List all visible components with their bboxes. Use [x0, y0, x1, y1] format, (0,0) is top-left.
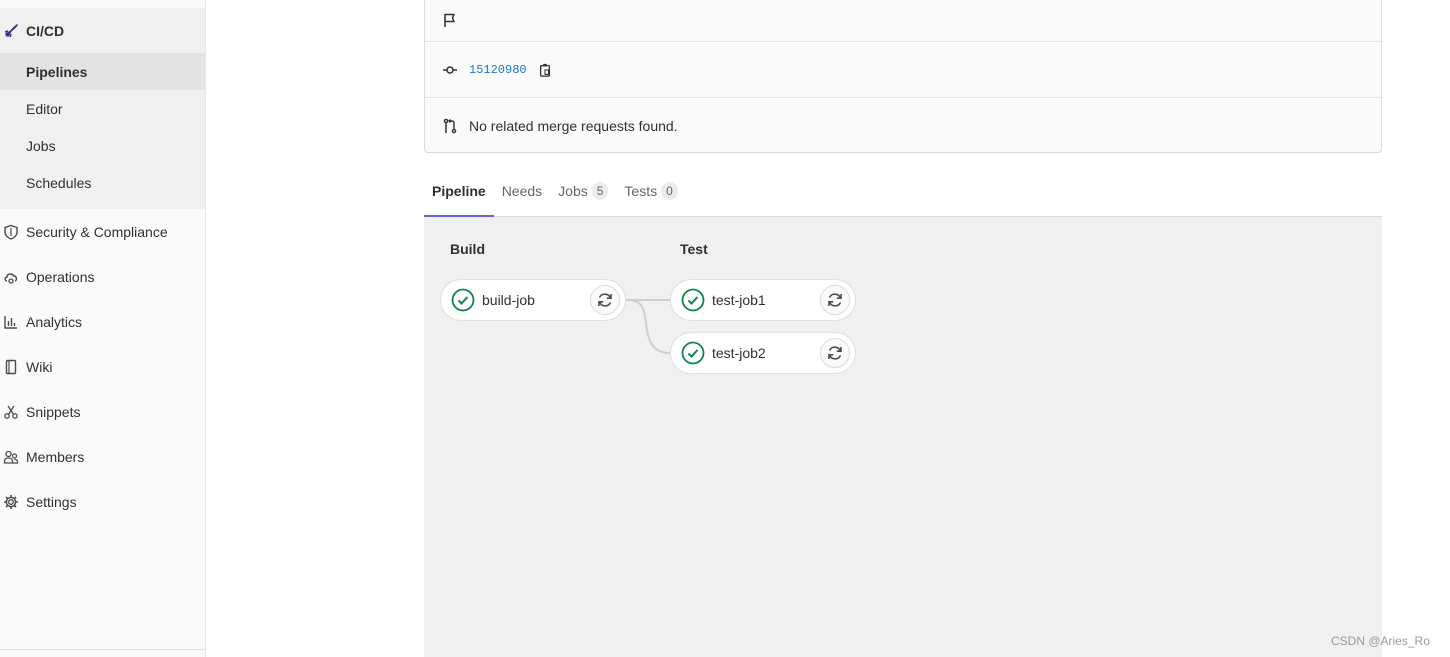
stage-title-build: Build — [450, 241, 485, 257]
tab-label: Tests — [624, 183, 658, 199]
tab-jobs[interactable]: Jobs 5 — [550, 166, 616, 216]
sidebar-item-snippets[interactable]: Snippets — [0, 392, 205, 432]
merge-request-icon — [441, 117, 459, 135]
status-success-icon — [681, 288, 705, 312]
job-test-job1[interactable]: test-job1 — [670, 279, 856, 321]
sidebar-item-wiki[interactable]: Wiki — [0, 347, 205, 387]
commit-icon — [441, 61, 459, 79]
rocket-icon — [2, 22, 20, 40]
sidebar-item-label: Wiki — [26, 359, 53, 375]
job-test-job2[interactable]: test-job2 — [670, 332, 856, 374]
sidebar-item-members[interactable]: Members — [0, 437, 205, 477]
sidebar-item-operations[interactable]: Operations — [0, 257, 205, 297]
info-row-flag — [425, 0, 1381, 42]
sidebar-item-schedules[interactable]: Schedules — [0, 164, 205, 201]
sidebar-item-settings[interactable]: Settings — [0, 482, 205, 522]
retry-icon[interactable] — [820, 338, 850, 368]
sidebar-item-label: Analytics — [26, 314, 83, 330]
retry-icon[interactable] — [590, 285, 620, 315]
watermark-text: CSDN @Aries_Ro — [1331, 634, 1430, 648]
sidebar-item-label: Members — [26, 449, 85, 465]
tab-pipeline[interactable]: Pipeline — [424, 166, 494, 217]
status-success-icon — [681, 341, 705, 365]
book-icon — [2, 358, 20, 376]
tab-needs[interactable]: Needs — [494, 166, 550, 216]
merge-requests-text: No related merge requests found. — [469, 117, 678, 134]
pipeline-tabs: Pipeline Needs Jobs 5 Tests 0 — [424, 166, 1382, 217]
tab-label: Jobs — [558, 183, 588, 199]
flag-icon — [441, 11, 459, 29]
status-success-icon — [451, 288, 475, 312]
sidebar-item-editor[interactable]: Editor — [0, 90, 205, 127]
pipeline-graph: Build Test build-job test-job1 test-job2 — [424, 217, 1382, 657]
sidebar-item-label: Operations — [26, 269, 95, 285]
info-row-merge-requests: No related merge requests found. — [425, 98, 1381, 153]
scissors-icon — [2, 403, 20, 421]
gear-icon — [2, 493, 20, 511]
job-name: build-job — [482, 292, 535, 308]
sidebar-item-label: Settings — [26, 494, 77, 510]
tab-tests[interactable]: Tests 0 — [616, 166, 685, 216]
sidebar-section-label: CI/CD — [26, 22, 65, 39]
count-badge: 5 — [591, 182, 609, 200]
retry-icon[interactable] — [820, 285, 850, 315]
sidebar-item-jobs[interactable]: Jobs — [0, 127, 205, 164]
shield-icon — [2, 223, 20, 241]
users-icon — [2, 448, 20, 466]
tab-label: Needs — [501, 183, 543, 199]
cloud-gear-icon — [2, 268, 20, 286]
chart-icon — [2, 313, 20, 331]
job-name: test-job2 — [712, 345, 766, 361]
sidebar-subnav: Pipelines Editor Jobs Schedules — [0, 53, 205, 209]
count-badge: 0 — [661, 182, 678, 200]
stage-title-test: Test — [680, 241, 708, 257]
info-row-commit: 15120980 — [425, 42, 1381, 98]
sidebar-item-analytics[interactable]: Analytics — [0, 302, 205, 342]
job-name: test-job1 — [712, 292, 766, 308]
sidebar-divider — [0, 649, 205, 650]
sidebar-item-security[interactable]: Security & Compliance — [0, 212, 205, 252]
job-build-job[interactable]: build-job — [440, 279, 626, 321]
sidebar-item-label: Security & Compliance — [26, 224, 168, 240]
sidebar-item-label: Snippets — [26, 404, 81, 420]
copy-icon[interactable] — [537, 62, 553, 78]
sidebar: CI/CD Pipelines Editor Jobs Schedules Se… — [0, 0, 206, 657]
sidebar-item-pipelines[interactable]: Pipelines — [0, 53, 205, 90]
tab-label: Pipeline — [432, 183, 486, 199]
sidebar-section-cicd[interactable]: CI/CD — [0, 8, 205, 53]
pipeline-info-card: 15120980 No related merge requests found… — [424, 0, 1382, 153]
commit-sha-link[interactable]: 15120980 — [469, 63, 527, 77]
